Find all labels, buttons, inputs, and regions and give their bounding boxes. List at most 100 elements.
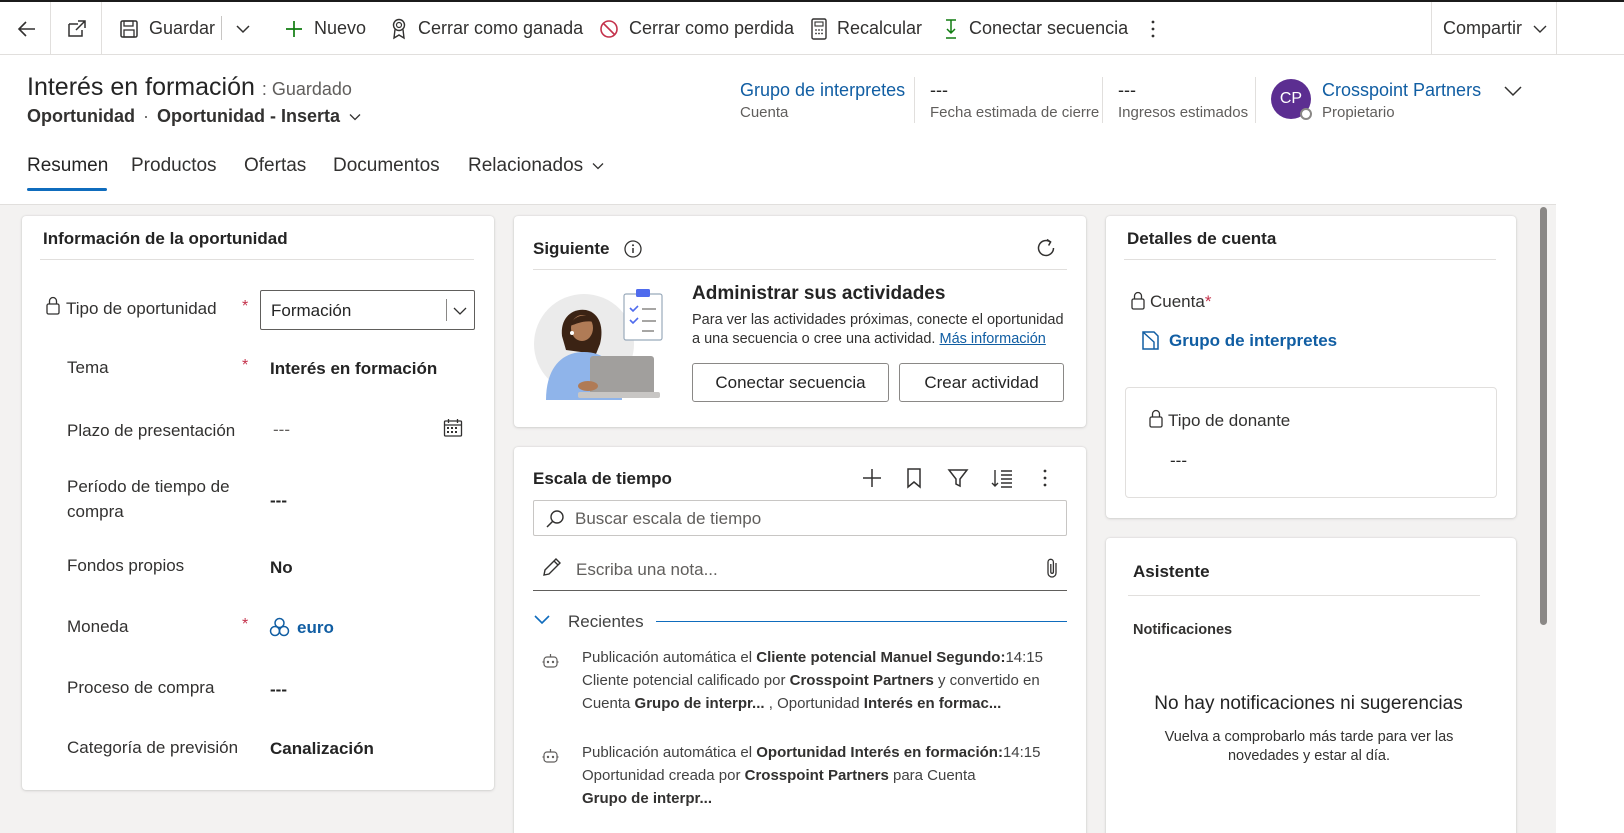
- header-expand-button[interactable]: [1503, 81, 1523, 104]
- opportunity-type-select[interactable]: Formación: [260, 290, 475, 330]
- opportunity-info-card: Información de la oportunidad Tipo de op…: [22, 216, 494, 790]
- tab-label: Resumen: [27, 155, 109, 176]
- account-link[interactable]: Grupo de interpretes: [1169, 331, 1337, 351]
- field-label: Tipo de oportunidad: [66, 299, 217, 318]
- account-lookup[interactable]: Grupo de interpretes: [1141, 330, 1337, 351]
- field-label: Categoría de previsión: [67, 738, 239, 757]
- add-icon[interactable]: [861, 467, 883, 489]
- item-subject: Oportunidad Interés en formación:: [756, 744, 1003, 761]
- header-revenue-label: Ingresos estimados: [1118, 104, 1249, 121]
- field-label: Moneda: [67, 617, 129, 636]
- item-text: , Oportunidad: [764, 695, 864, 712]
- note-underline: [533, 590, 1067, 591]
- tab-productos[interactable]: Productos: [131, 155, 217, 177]
- process-input[interactable]: ---: [270, 680, 287, 700]
- topic-input[interactable]: Interés en formación: [270, 359, 437, 379]
- ribbon-award-icon: [392, 18, 406, 39]
- recalculate-button[interactable]: Recalcular: [811, 2, 922, 55]
- item-account-link[interactable]: Grupo de interpr...: [635, 695, 765, 712]
- tab-resumen[interactable]: Resumen: [27, 155, 108, 177]
- info-icon[interactable]: [623, 239, 643, 259]
- owner-avatar[interactable]: CP: [1271, 79, 1312, 120]
- close-as-lost-button[interactable]: Cerrar como perdida: [599, 2, 794, 55]
- timeline-item[interactable]: Publicación automática el Cliente potenc…: [582, 646, 1052, 715]
- item-opportunity-link[interactable]: Interés en formac...: [864, 695, 1002, 712]
- timeline-card: Escala de tiempo Buscar escala de tiempo…: [514, 447, 1086, 833]
- learn-more-link[interactable]: Más información: [939, 331, 1045, 347]
- note-input[interactable]: Escriba una nota...: [576, 560, 718, 580]
- header-close-date-field: --- Fecha estimada de cierre: [930, 80, 1099, 121]
- close-as-won-button[interactable]: Cerrar como ganada: [390, 2, 583, 55]
- select-value: Formación: [271, 301, 352, 320]
- header-close-date-label: Fecha estimada de cierre: [930, 104, 1100, 121]
- sort-list-icon[interactable]: [991, 467, 1013, 489]
- funds-toggle[interactable]: No: [270, 558, 293, 578]
- bookmark-icon[interactable]: [905, 467, 923, 489]
- currency-link[interactable]: euro: [297, 618, 334, 638]
- timeline-search-input[interactable]: Buscar escala de tiempo: [533, 500, 1067, 536]
- header-account-label: Cuenta: [740, 104, 789, 121]
- search-icon: [546, 510, 564, 528]
- timeline-item[interactable]: Publicación automática el Oportunidad In…: [582, 741, 1052, 810]
- add-icon: [286, 20, 302, 37]
- item-account-link[interactable]: Grupo de interpr...: [582, 790, 712, 807]
- header-owner-link[interactable]: Crosspoint Partners: [1322, 80, 1481, 101]
- tab-relacionados[interactable]: Relacionados: [468, 155, 605, 177]
- more-vertical-icon[interactable]: [1041, 468, 1049, 488]
- field-label: Fondos propios: [67, 556, 185, 575]
- group-divider: [656, 621, 1067, 622]
- donor-type-value: ---: [1170, 451, 1187, 470]
- timeframe-input[interactable]: ---: [270, 491, 287, 511]
- page-scrollbar[interactable]: [1536, 205, 1550, 833]
- open-new-window-button[interactable]: [66, 2, 88, 55]
- back-button[interactable]: [16, 2, 40, 55]
- share-button[interactable]: Compartir: [1443, 2, 1548, 55]
- tab-label: Productos: [131, 155, 217, 176]
- sequence-icon: [946, 18, 956, 39]
- save-status: : Guardado: [261, 79, 352, 99]
- refresh-icon[interactable]: [1034, 236, 1058, 260]
- connect-sequence-button[interactable]: Conectar secuencia: [692, 363, 889, 402]
- item-user-link[interactable]: Crosspoint Partners: [745, 767, 889, 784]
- tab-ofertas[interactable]: Ofertas: [244, 155, 306, 177]
- save-button[interactable]: Guardar: [119, 2, 215, 55]
- calendar-icon[interactable]: [443, 418, 463, 438]
- scrollbar-thumb[interactable]: [1540, 207, 1547, 625]
- deadline-input[interactable]: ---: [273, 420, 290, 440]
- currency-lookup[interactable]: euro: [269, 617, 334, 638]
- account-label: Cuenta: [1150, 292, 1205, 311]
- record-title: Interés en formación: [27, 73, 255, 101]
- filter-icon[interactable]: [947, 467, 969, 489]
- forecast-input[interactable]: Canalización: [270, 739, 374, 759]
- field-label: Tema: [67, 358, 109, 377]
- new-button[interactable]: Nuevo: [284, 2, 366, 55]
- header-account-link[interactable]: Grupo de interpretes: [740, 80, 905, 101]
- field-label: Plazo de presentación: [67, 421, 236, 440]
- auto-post-bot-icon: [542, 749, 559, 763]
- tab-documentos[interactable]: Documentos: [333, 155, 440, 177]
- connect-sequence-button[interactable]: Conectar secuencia: [943, 2, 1128, 55]
- empty-state-body: Para ver las actividades próximas, conec…: [692, 311, 1072, 349]
- item-user-link[interactable]: Crosspoint Partners: [790, 672, 934, 689]
- lock-icon: [46, 296, 60, 315]
- empty-notifications-body: Vuelva a comprobarlo más tarde para ver …: [1164, 729, 1454, 764]
- account-details-card: Detalles de cuenta Cuenta* Grupo de inte…: [1106, 216, 1516, 518]
- record-header: Interés en formación : Guardado Oportuni…: [0, 55, 1624, 205]
- save-options-dropdown[interactable]: [234, 2, 252, 55]
- timeline-item-line: Cuenta Grupo de interpr... , Oportunidad…: [582, 692, 1052, 715]
- close-as-won-label: Cerrar como ganada: [418, 18, 584, 38]
- save-icon: [120, 19, 138, 38]
- form-selector[interactable]: Oportunidad - Inserta: [157, 106, 362, 127]
- more-commands-button[interactable]: [1149, 2, 1157, 55]
- timeline-item-line: Cliente potencial calificado por Crosspo…: [582, 669, 1052, 692]
- form-name: Oportunidad - Inserta: [156, 106, 340, 126]
- command-bar: Guardar Nuevo Cerrar como ganada Cerrar …: [0, 0, 1624, 55]
- header-divider: [1255, 77, 1256, 123]
- header-divider: [1102, 77, 1103, 123]
- header-owner-label: Propietario: [1322, 104, 1395, 121]
- paperclip-icon[interactable]: [1045, 557, 1059, 579]
- chevron-down-icon[interactable]: [533, 612, 551, 628]
- activities-illustration: [534, 289, 663, 400]
- create-activity-button[interactable]: Crear actividad: [899, 363, 1064, 402]
- item-prefix: Publicación automática el: [582, 744, 757, 761]
